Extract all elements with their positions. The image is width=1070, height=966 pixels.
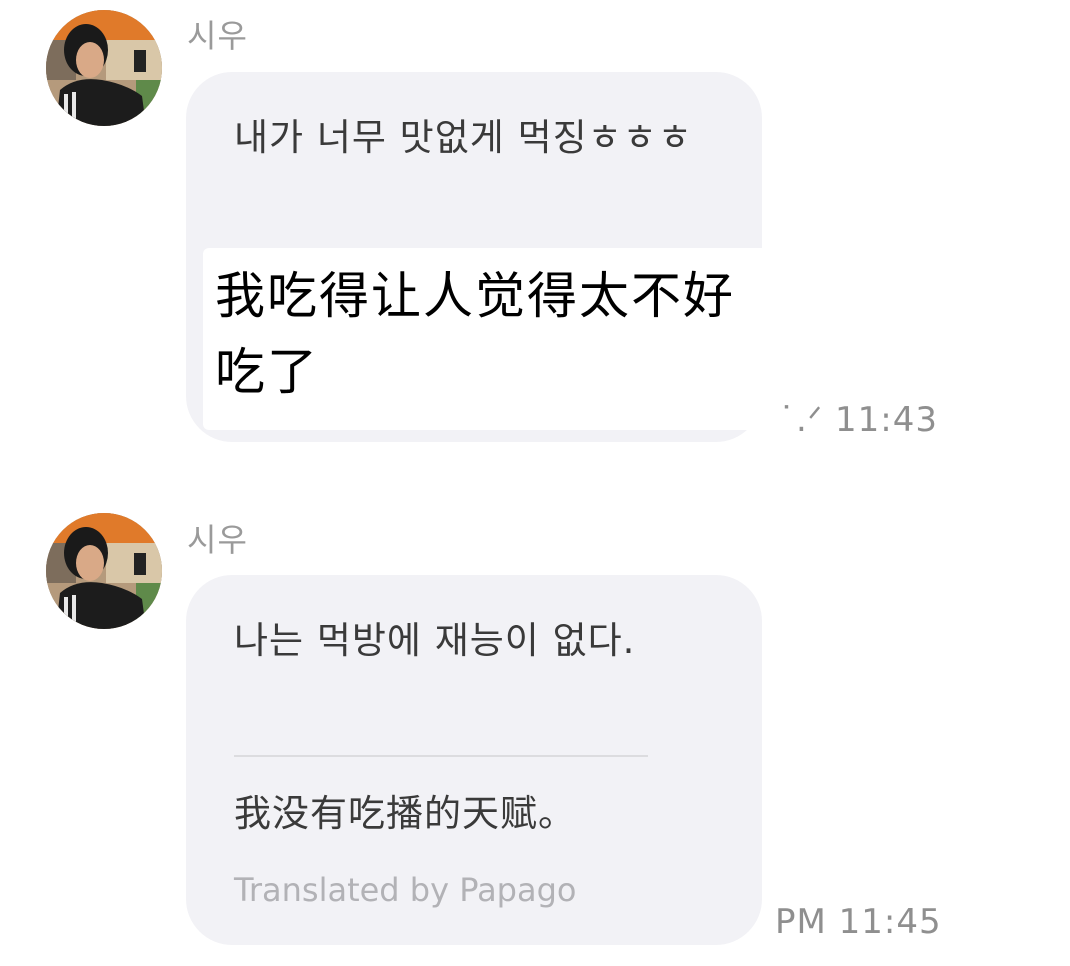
message-bubble[interactable]: 나는 먹방에 재능이 없다. 我没有吃播的天赋。 Translated by P… [186,575,762,945]
translation-text: 我没有吃播的天赋。 [234,792,576,835]
translation-credit: Translated by Papago [234,871,577,909]
avatar-photo [46,513,162,629]
translation-divider [234,755,648,757]
chat-message: 시우 나는 먹방에 재능이 없다. 我没有吃播的天赋。 Translated b… [0,480,1070,966]
overlay-translation-text: 我吃得让人觉得太不好吃了 [215,267,735,401]
message-text: 내가 너무 맛없게 먹징ㅎㅎㅎ [234,116,693,159]
avatar-photo [46,10,162,126]
sender-name: 시우 [187,17,248,55]
message-text: 나는 먹방에 재능이 없다. [234,619,636,662]
message-time: ˙.ᐟ 11:43 [778,400,938,440]
chat-message: 시우 내가 너무 맛없게 먹징ㅎㅎㅎ 我吃得让人觉得太不好吃了 ˙.ᐟ 11:4… [0,0,1070,460]
sender-name: 시우 [187,521,248,559]
avatar[interactable] [46,513,162,629]
message-time: PM 11:45 [775,902,942,942]
avatar[interactable] [46,10,162,126]
translation-overlay: 我吃得让人觉得太不好吃了 [203,248,775,430]
